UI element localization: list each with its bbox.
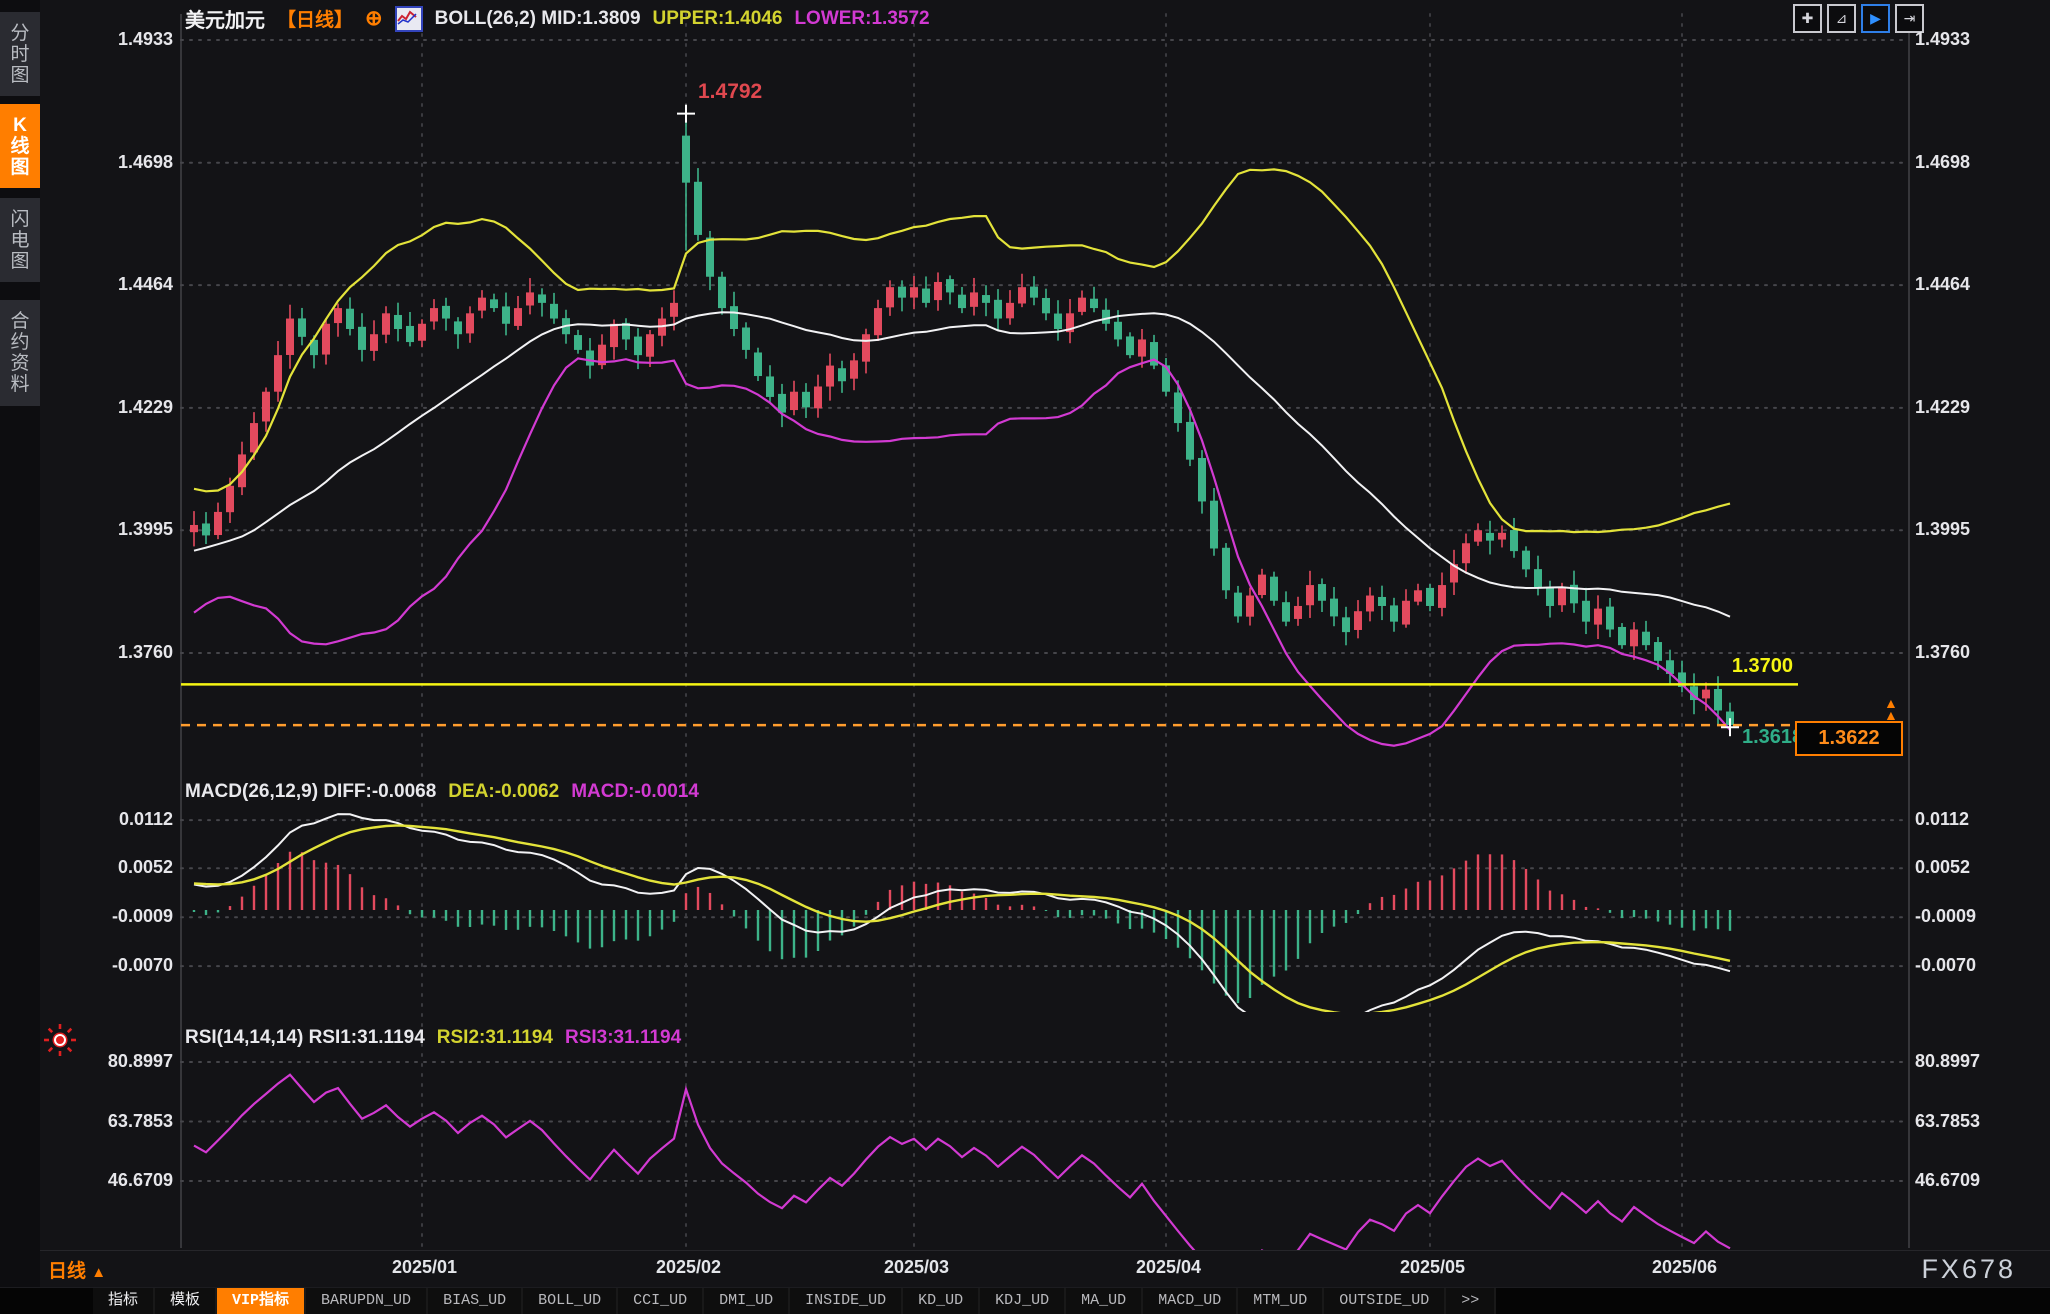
sidebar-item-tick-chart[interactable]: 分时图 bbox=[0, 12, 40, 96]
indicator-tab-BOLL_UD[interactable]: BOLL_UD bbox=[523, 1288, 618, 1314]
indicator-tab-MA_UD[interactable]: MA_UD bbox=[1066, 1288, 1143, 1314]
month-label: 2025/06 bbox=[1652, 1257, 1717, 1278]
month-label: 2025/01 bbox=[392, 1257, 457, 1278]
indicator-tab-BIAS_UD[interactable]: BIAS_UD bbox=[428, 1288, 523, 1314]
time-axis: 日线 ▲ FX678 2025/01 2025/02 2025/03 2025/04 2… bbox=[40, 1250, 2050, 1288]
sidebar-item-flash-chart[interactable]: 闪电图 bbox=[0, 198, 40, 282]
indicator-tab-CCI_UD[interactable]: CCI_UD bbox=[618, 1288, 704, 1314]
sidebar-item-candle-chart[interactable]: K线图 bbox=[0, 104, 40, 188]
month-label: 2025/04 bbox=[1136, 1257, 1201, 1278]
period-arrow-icon: ▲ bbox=[91, 1264, 106, 1281]
indicator-tab-OUTSIDE_UD[interactable]: OUTSIDE_UD bbox=[1324, 1288, 1446, 1314]
month-label: 2025/05 bbox=[1400, 1257, 1465, 1278]
indicator-tab-KDJ_UD[interactable]: KDJ_UD bbox=[980, 1288, 1066, 1314]
indicator-tab-MACD_UD[interactable]: MACD_UD bbox=[1143, 1288, 1238, 1314]
indicator-tab-KD_UD[interactable]: KD_UD bbox=[903, 1288, 980, 1314]
indicator-tab-BARUPDN_UD[interactable]: BARUPDN_UD bbox=[306, 1288, 428, 1314]
month-label: 2025/02 bbox=[656, 1257, 721, 1278]
app-window: 分时图 K线图闪电图合约资料 美元加元 【日线】 ⊕ BOLL(26,2) MID… bbox=[0, 0, 2050, 1314]
indicator-tab-bar: 指标模板VIP指标BARUPDN_UDBIAS_UDBOLL_UDCCI_UDD… bbox=[0, 1287, 2050, 1314]
left-sidebar: 分时图 K线图闪电图合约资料 bbox=[0, 0, 40, 1314]
sidebar-item-contract-info[interactable]: 合约资料 bbox=[0, 300, 40, 406]
indicator-tab-DMI_UD[interactable]: DMI_UD bbox=[704, 1288, 790, 1314]
indicator-tab-指标[interactable]: 指标 bbox=[93, 1288, 155, 1314]
indicator-tab->>[interactable]: >> bbox=[1446, 1288, 1496, 1314]
indicator-tab-MTM_UD[interactable]: MTM_UD bbox=[1238, 1288, 1324, 1314]
month-label: 2025/03 bbox=[884, 1257, 949, 1278]
period-selector[interactable]: 日线 ▲ bbox=[48, 1256, 106, 1283]
indicator-tab-INSIDE_UD[interactable]: INSIDE_UD bbox=[790, 1288, 903, 1314]
brand-watermark: FX678 bbox=[1921, 1254, 2016, 1285]
chart-area: 美元加元 【日线】 ⊕ BOLL(26,2) MID:1.3809 UPPER:… bbox=[40, 0, 2050, 1287]
price-chart-canvas[interactable] bbox=[40, 0, 2050, 1250]
indicator-tab-VIP指标[interactable]: VIP指标 bbox=[217, 1288, 306, 1314]
indicator-tab-模板[interactable]: 模板 bbox=[155, 1288, 217, 1314]
